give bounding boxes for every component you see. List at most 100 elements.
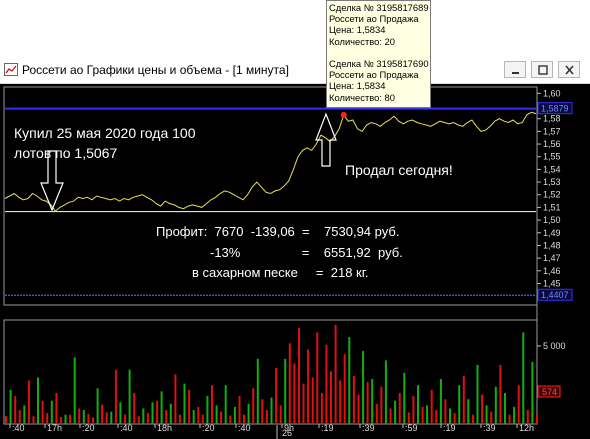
volume-bar (389, 408, 392, 424)
volume-bar (101, 404, 104, 424)
profit-line3: в сахарном песке = 218 кг. (192, 265, 369, 280)
volume-bar (32, 416, 35, 424)
volume-bar (37, 377, 39, 424)
volume-bar (444, 399, 447, 424)
volume-bar (238, 396, 241, 424)
volume-bar (293, 363, 296, 424)
low-price-label: 1,4407 (541, 290, 569, 300)
volume-bar (288, 343, 291, 424)
volume-bar (142, 408, 145, 424)
volume-bar (206, 396, 209, 424)
tooltip-spacer (329, 47, 428, 58)
chart-app-icon (4, 63, 18, 76)
time-tick-label: :19 (443, 423, 456, 433)
window-titlebar[interactable]: Россети ао Графики цены и объема - [1 ми… (0, 58, 590, 84)
volume-bar (188, 389, 191, 424)
volume-bar (192, 410, 195, 424)
volume-bar (165, 410, 168, 424)
sold-note: Продал сегодня! (345, 162, 453, 178)
profit-line1: Профит: 7670 -139,06 = 7530,94 руб. (156, 224, 400, 239)
volume-bar (133, 393, 136, 424)
volume-bar (233, 406, 236, 424)
price-tick-label: 1,54 (543, 164, 561, 174)
sell-deal-marker[interactable] (340, 111, 347, 118)
buy-note-line1: Купил 25 мая 2020 года 100 (14, 125, 196, 141)
volume-bar (508, 414, 511, 424)
volume-bar (348, 337, 351, 424)
volume-bar (73, 357, 76, 424)
volume-bar (499, 365, 502, 424)
volume-bar (517, 385, 520, 424)
window-title: Россети ао Графики цены и объема - [1 ми… (22, 63, 289, 77)
volume-bar (220, 411, 223, 424)
volume-bar (128, 369, 131, 424)
deal1-line3: Количество: 20 (329, 35, 395, 47)
price-tick-label: 1,51 (543, 202, 561, 212)
volume-bar (343, 354, 346, 424)
volume-bar (485, 405, 488, 424)
volume-bar (41, 400, 44, 424)
volume-bar (467, 399, 470, 424)
time-tick-label: :39 (483, 423, 496, 433)
volume-bar (224, 385, 227, 424)
volume-bar (174, 374, 177, 424)
volume-bar (476, 365, 479, 424)
deal2-line1: Россети ао Продажа (329, 69, 419, 81)
volume-bar (536, 415, 538, 424)
volume-bar (156, 400, 159, 424)
volume-bar (430, 389, 433, 424)
last-volume-badge: 574 (537, 385, 561, 398)
maximize-button[interactable] (531, 61, 553, 78)
volume-bar (307, 349, 310, 424)
volume-bar (265, 410, 268, 424)
close-button[interactable] (558, 61, 580, 78)
volume-bar (23, 405, 26, 424)
volume-bar (481, 394, 484, 424)
volume-bar (183, 383, 186, 424)
minimize-button[interactable] (504, 61, 526, 78)
maximize-icon (538, 65, 548, 75)
volume-bar (5, 415, 7, 424)
close-icon (565, 65, 574, 75)
time-tick-label: :40 (120, 423, 133, 433)
volume-bar (352, 375, 355, 424)
time-tick-label: :59 (405, 423, 418, 433)
price-tick-label: 1,47 (543, 253, 561, 263)
price-tick-label: 1,57 (543, 126, 561, 136)
price-tick-label: 1,60 (543, 88, 561, 98)
time-tick-label: :20 (202, 423, 215, 433)
price-tick-label: 1,48 (543, 240, 561, 250)
volume-bar (64, 414, 67, 424)
volume-bar (169, 403, 172, 424)
deal2-line3: Количество: 80 (329, 91, 395, 103)
volume-bar (215, 405, 218, 424)
volume-bar (330, 371, 332, 424)
time-tick-label: :20 (82, 423, 95, 433)
volume-bar (252, 388, 255, 424)
time-tick-label: :40 (238, 423, 251, 433)
volume-bar (27, 380, 30, 424)
volume-bar (14, 396, 17, 424)
volume-bar (531, 361, 534, 424)
volume-bar (325, 344, 328, 424)
volume-bar (526, 410, 529, 424)
volume-bar (504, 393, 506, 424)
volume-bar (114, 369, 117, 424)
volume-bar (371, 379, 374, 424)
volume-bar (137, 416, 140, 424)
volume-bar (494, 386, 497, 424)
deal1-line2: Цена: 1,5834 (329, 24, 386, 36)
volume-bar (357, 394, 360, 424)
deal2-title: Сделка № 3195817690 (329, 57, 429, 69)
desktop-background (0, 0, 590, 57)
volume-bar (439, 379, 442, 424)
date-label: 26 (282, 428, 292, 438)
volume-bar (311, 377, 314, 424)
profit-line2: -13% = 6551,92 руб. (210, 245, 403, 260)
volume-bar (247, 403, 250, 424)
time-tick-label: 17h (47, 423, 62, 433)
volume-bar (417, 385, 419, 424)
volume-bar (110, 411, 113, 424)
buy-note-line2: лотов по 1,5067 (14, 145, 118, 161)
volume-bar (449, 408, 451, 424)
